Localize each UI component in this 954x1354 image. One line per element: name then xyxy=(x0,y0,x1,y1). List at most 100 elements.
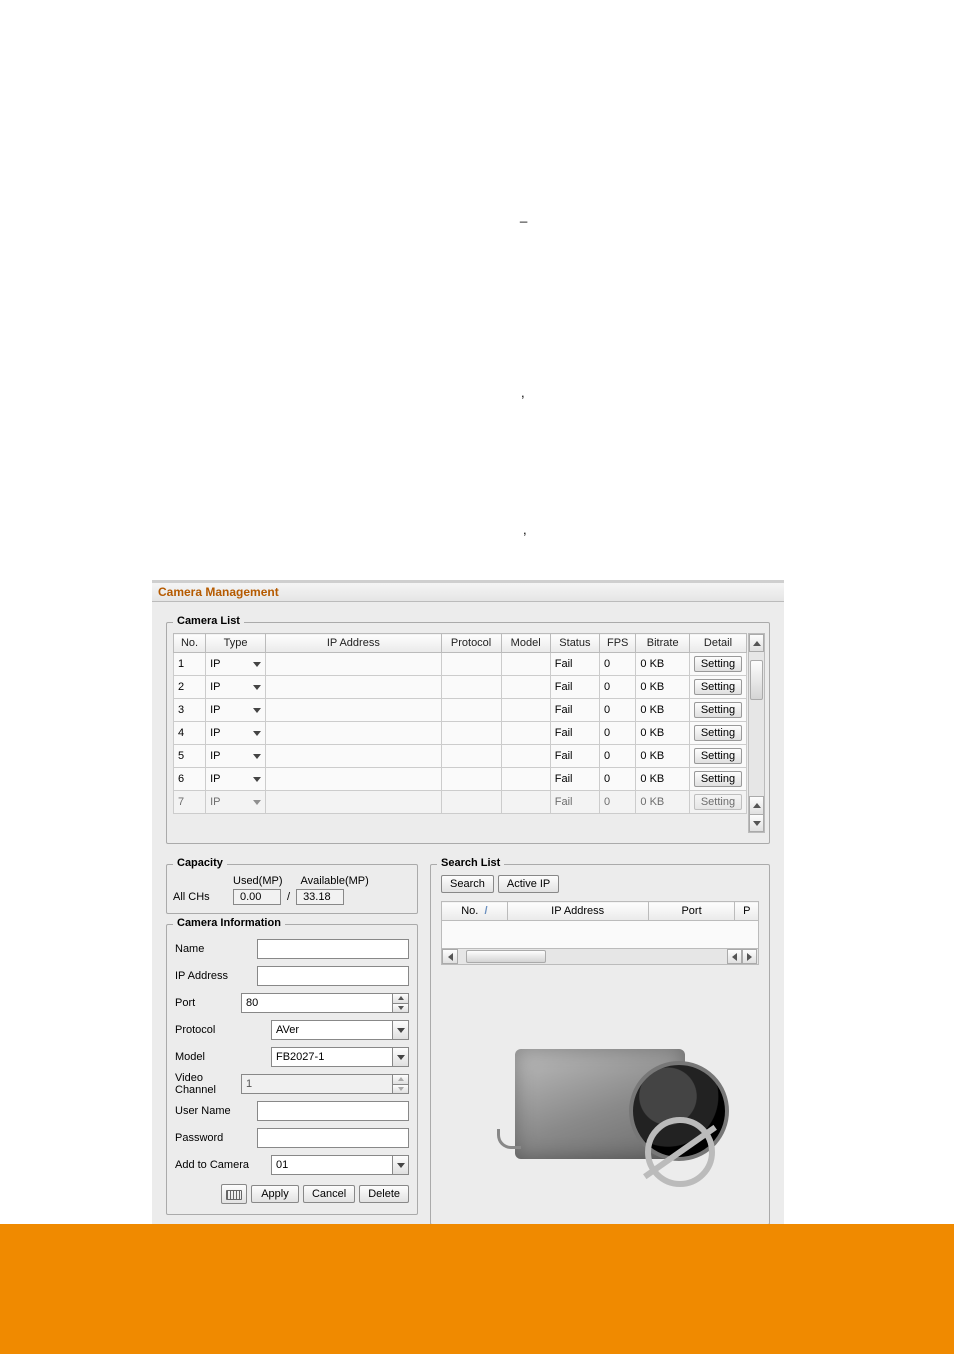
scroll-left2-icon[interactable] xyxy=(727,949,742,964)
chevron-down-icon[interactable] xyxy=(253,754,261,759)
user-label: User Name xyxy=(175,1105,257,1117)
cell-model xyxy=(501,676,550,699)
chevron-down-icon[interactable] xyxy=(253,708,261,713)
col-status[interactable]: Status xyxy=(550,634,599,653)
protocol-combo[interactable]: AVer xyxy=(271,1020,409,1040)
scroll-up-icon[interactable] xyxy=(749,634,764,652)
setting-button[interactable]: Setting xyxy=(694,794,742,810)
scroll-left-icon[interactable] xyxy=(442,949,458,964)
vc-up-icon xyxy=(392,1075,408,1084)
cell-protocol xyxy=(441,676,501,699)
cell-status: Fail xyxy=(550,676,599,699)
password-input[interactable] xyxy=(257,1128,409,1148)
active-ip-button[interactable]: Active IP xyxy=(498,875,559,893)
search-list-title: Search List xyxy=(437,857,504,869)
table-row[interactable]: 4IPFail00 KBSetting xyxy=(174,722,747,745)
cell-no: 4 xyxy=(174,722,206,745)
chevron-down-icon[interactable] xyxy=(253,800,261,805)
name-input[interactable] xyxy=(257,939,409,959)
chevron-down-icon[interactable] xyxy=(253,731,261,736)
col-ip[interactable]: IP Address xyxy=(266,634,442,653)
col-detail[interactable]: Detail xyxy=(689,634,746,653)
used-value: 0.00 xyxy=(233,889,281,905)
camera-preview xyxy=(441,979,759,1159)
stray-dash: _ xyxy=(520,208,527,223)
setting-button[interactable]: Setting xyxy=(694,656,742,672)
port-input[interactable] xyxy=(242,994,392,1012)
table-row[interactable]: 2IPFail00 KBSetting xyxy=(174,676,747,699)
camera-list-title: Camera List xyxy=(173,615,244,627)
chevron-down-icon[interactable] xyxy=(253,662,261,667)
scroll-up2-icon[interactable] xyxy=(749,796,764,814)
chevron-down-icon[interactable] xyxy=(253,685,261,690)
cell-no: 5 xyxy=(174,745,206,768)
model-combo[interactable]: FB2027-1 xyxy=(271,1047,409,1067)
cell-ip xyxy=(266,676,442,699)
col-type[interactable]: Type xyxy=(206,634,266,653)
chevron-down-icon[interactable] xyxy=(392,1021,408,1039)
sort-indicator-icon: / xyxy=(484,905,487,917)
table-row[interactable]: 7IPFail00 KBSetting xyxy=(174,791,747,814)
no-signal-icon xyxy=(645,1117,715,1187)
cell-no: 6 xyxy=(174,768,206,791)
keyboard-icon[interactable] xyxy=(221,1184,247,1204)
type-select[interactable]: IP xyxy=(206,722,266,745)
scroll-thumb[interactable] xyxy=(750,660,763,700)
table-row[interactable]: 6IPFail00 KBSetting xyxy=(174,768,747,791)
type-select[interactable]: IP xyxy=(206,676,266,699)
cell-fps: 0 xyxy=(600,676,636,699)
search-button[interactable]: Search xyxy=(441,875,494,893)
type-select[interactable]: IP xyxy=(206,699,266,722)
chevron-down-icon[interactable] xyxy=(392,1048,408,1066)
cell-bitrate: 0 KB xyxy=(636,791,690,814)
sl-col-no[interactable]: No. / xyxy=(442,902,508,921)
table-row[interactable]: 1IPFail00 KBSetting xyxy=(174,653,747,676)
cell-bitrate: 0 KB xyxy=(636,653,690,676)
sl-col-ip[interactable]: IP Address xyxy=(507,902,648,921)
col-model[interactable]: Model xyxy=(501,634,550,653)
port-up-icon[interactable] xyxy=(392,994,408,1003)
setting-button[interactable]: Setting xyxy=(694,748,742,764)
type-select[interactable]: IP xyxy=(206,653,266,676)
hscroll-thumb[interactable] xyxy=(466,950,546,963)
ip-input[interactable] xyxy=(257,966,409,986)
col-fps[interactable]: FPS xyxy=(600,634,636,653)
apply-button[interactable]: Apply xyxy=(251,1185,299,1203)
cancel-button[interactable]: Cancel xyxy=(303,1185,355,1203)
type-select[interactable]: IP xyxy=(206,745,266,768)
scroll-right-icon[interactable] xyxy=(742,949,757,964)
camera-list-scrollbar[interactable] xyxy=(748,633,765,833)
col-bitrate[interactable]: Bitrate xyxy=(636,634,690,653)
sl-col-p[interactable]: P xyxy=(735,902,759,921)
cell-protocol xyxy=(441,653,501,676)
cell-ip xyxy=(266,791,442,814)
table-row[interactable]: 5IPFail00 KBSetting xyxy=(174,745,747,768)
camera-management-dialog: Camera Management Camera List No. Type I… xyxy=(152,580,784,1232)
type-select[interactable]: IP xyxy=(206,768,266,791)
port-spinner[interactable] xyxy=(241,993,409,1013)
video-channel-input xyxy=(242,1075,392,1093)
sl-col-port[interactable]: Port xyxy=(648,902,735,921)
video-channel-spinner xyxy=(241,1074,409,1094)
setting-button[interactable]: Setting xyxy=(694,771,742,787)
setting-button[interactable]: Setting xyxy=(694,702,742,718)
type-select[interactable]: IP xyxy=(206,791,266,814)
cell-no: 7 xyxy=(174,791,206,814)
cell-model xyxy=(501,699,550,722)
delete-button[interactable]: Delete xyxy=(359,1185,409,1203)
setting-button[interactable]: Setting xyxy=(694,725,742,741)
port-down-icon[interactable] xyxy=(392,1003,408,1013)
col-no[interactable]: No. xyxy=(174,634,206,653)
add-to-camera-combo[interactable]: 01 xyxy=(271,1155,409,1175)
cell-no: 2 xyxy=(174,676,206,699)
chevron-down-icon[interactable] xyxy=(392,1156,408,1174)
chevron-down-icon[interactable] xyxy=(253,777,261,782)
cell-protocol xyxy=(441,722,501,745)
search-list-group: Search List Search Active IP No. / xyxy=(430,864,770,1225)
table-row[interactable]: 3IPFail00 KBSetting xyxy=(174,699,747,722)
col-protocol[interactable]: Protocol xyxy=(441,634,501,653)
setting-button[interactable]: Setting xyxy=(694,679,742,695)
user-input[interactable] xyxy=(257,1101,409,1121)
scroll-down-icon[interactable] xyxy=(749,814,764,832)
search-list-hscroll[interactable] xyxy=(441,949,759,965)
